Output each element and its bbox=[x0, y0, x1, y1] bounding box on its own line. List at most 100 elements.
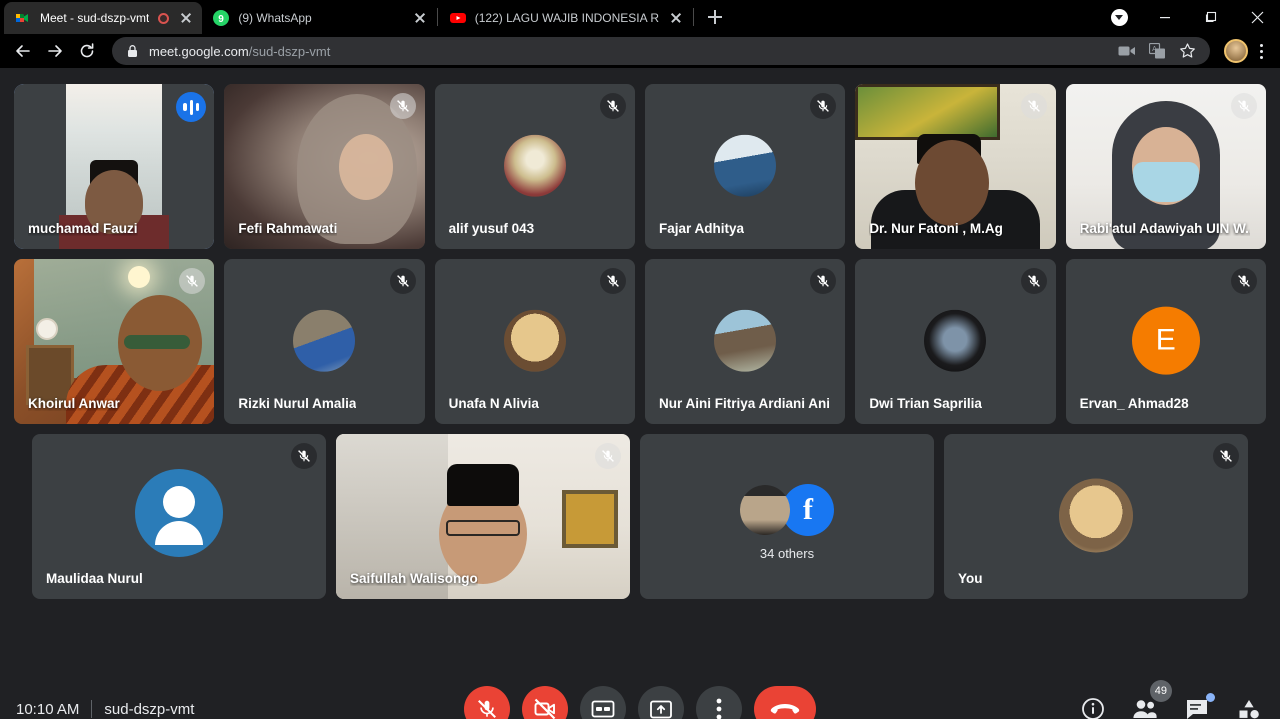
mic-off-icon bbox=[1230, 93, 1257, 119]
mic-off-icon bbox=[810, 93, 837, 119]
closed-caption-icon bbox=[591, 700, 615, 718]
close-icon bbox=[1251, 11, 1263, 23]
participant-tile[interactable]: Maulidaa Nurul bbox=[32, 434, 326, 599]
more-vert-icon bbox=[716, 698, 722, 719]
meet-call-controls bbox=[464, 686, 816, 719]
chrome-menu-icon[interactable] bbox=[1250, 38, 1272, 64]
close-button[interactable] bbox=[1234, 0, 1280, 34]
participant-name: Nur Aini Fitriya Ardiani Ani... bbox=[658, 396, 830, 411]
meet-bottom-bar: 10:10 AM sud-dszp-vmt 49 bbox=[0, 680, 1280, 719]
participant-tile[interactable]: Nur Aini Fitriya Ardiani Ani... bbox=[644, 259, 846, 424]
leave-call-button[interactable] bbox=[754, 686, 816, 719]
participant-name: Fefi Rahmawati bbox=[238, 221, 338, 236]
participant-tile[interactable]: Rabi'atul Adawiyah UIN W... bbox=[1065, 84, 1266, 249]
participant-tile-self[interactable]: You bbox=[944, 434, 1248, 599]
browser-chrome: Meet - sud-dszp-vmt 9 (9) WhatsApp (122)… bbox=[0, 0, 1280, 68]
mic-off-icon bbox=[1020, 268, 1047, 294]
grid-row-3: Maulidaa Nurul Saifullah Walisongo f 34 … bbox=[14, 434, 1266, 599]
people-icon bbox=[1133, 700, 1157, 718]
mic-off-icon bbox=[810, 268, 837, 294]
tab-recording-indicator-icon bbox=[158, 12, 170, 24]
present-button[interactable] bbox=[638, 686, 684, 719]
camera-off-button[interactable] bbox=[522, 686, 568, 719]
participant-name: Ervan_ Ahmad28 bbox=[1079, 396, 1189, 411]
participant-name: Maulidaa Nurul bbox=[46, 571, 143, 586]
minimize-icon bbox=[1160, 17, 1170, 19]
avatar-initial: E bbox=[1131, 306, 1200, 375]
tab-strip: Meet - sud-dszp-vmt 9 (9) WhatsApp (122)… bbox=[0, 0, 1280, 34]
profile-avatar[interactable] bbox=[1224, 39, 1248, 63]
activities-button[interactable] bbox=[1236, 696, 1262, 719]
show-everyone-button[interactable]: 49 bbox=[1132, 680, 1172, 719]
whatsapp-icon: 9 bbox=[213, 10, 230, 26]
grid-row-2: Khoirul Anwar Rizki Nurul Amalia Unafa N… bbox=[14, 259, 1266, 424]
participant-tile[interactable]: Rizki Nurul Amalia bbox=[224, 259, 425, 424]
avatar bbox=[924, 309, 987, 372]
participant-tile[interactable]: Dr. Nur Fatoni , M.Ag bbox=[855, 84, 1056, 249]
tab-divider bbox=[692, 8, 694, 26]
tab-close-icon[interactable] bbox=[178, 10, 194, 26]
back-button[interactable] bbox=[8, 36, 38, 66]
mic-off-icon bbox=[389, 93, 416, 119]
participant-tile[interactable]: alif yusuf 043 bbox=[434, 84, 635, 249]
participant-tile[interactable]: Dwi Trian Saprilia bbox=[855, 259, 1056, 424]
tab-close-icon[interactable] bbox=[412, 10, 428, 26]
meeting-time: 10:10 AM bbox=[16, 700, 80, 718]
window-controls bbox=[1096, 0, 1280, 34]
divider bbox=[91, 700, 93, 718]
avatar bbox=[503, 134, 566, 197]
participant-name: Khoirul Anwar bbox=[28, 396, 120, 411]
mic-off-icon bbox=[389, 268, 416, 294]
chat-unread-indicator bbox=[1206, 693, 1215, 702]
media-cast-icon[interactable] bbox=[1118, 44, 1136, 58]
tab-title: (9) WhatsApp bbox=[238, 11, 312, 25]
mic-off-icon bbox=[1230, 268, 1257, 294]
avatar bbox=[293, 309, 356, 372]
forward-icon bbox=[48, 45, 62, 57]
reload-button[interactable] bbox=[72, 36, 102, 66]
address-bar[interactable]: meet.google.com/sud-dszp-vmt A bbox=[112, 37, 1210, 65]
grid-row-1: muchamad Fauzi Fefi Rahmawati alif yusuf… bbox=[14, 84, 1266, 249]
participant-tile[interactable]: muchamad Fauzi bbox=[14, 84, 215, 249]
url-path: /sud-dszp-vmt bbox=[248, 43, 331, 59]
hangup-icon bbox=[770, 704, 800, 714]
browser-tab-youtube[interactable]: (122) LAGU WAJIB INDONESIA R bbox=[439, 2, 692, 34]
participant-tile[interactable]: E Ervan_ Ahmad28 bbox=[1065, 259, 1266, 424]
tab-title: Meet - sud-dszp-vmt bbox=[40, 11, 150, 25]
avatar bbox=[714, 134, 777, 197]
participant-name: Rabi'atul Adawiyah UIN W... bbox=[1079, 221, 1250, 236]
overflow-participants-tile[interactable]: f 34 others bbox=[640, 434, 934, 599]
tab-close-icon[interactable] bbox=[668, 10, 684, 26]
reload-icon bbox=[80, 43, 94, 58]
participant-tile[interactable]: Saifullah Walisongo bbox=[336, 434, 630, 599]
captions-button[interactable] bbox=[580, 686, 626, 719]
mic-off-icon bbox=[1020, 93, 1047, 119]
bookmark-star-icon[interactable] bbox=[1179, 43, 1196, 59]
chat-button[interactable] bbox=[1184, 693, 1215, 719]
chrome-update-button[interactable] bbox=[1096, 0, 1142, 34]
participant-name: Dr. Nur Fatoni , M.Ag bbox=[869, 221, 1003, 236]
mic-off-icon bbox=[595, 443, 621, 469]
participant-tile[interactable]: Fajar Adhitya bbox=[644, 84, 846, 249]
minimize-button[interactable] bbox=[1142, 0, 1188, 34]
mic-off-button[interactable] bbox=[464, 686, 510, 719]
maximize-button[interactable] bbox=[1188, 0, 1234, 34]
meeting-details-button[interactable] bbox=[1080, 696, 1106, 719]
participant-name: Rizki Nurul Amalia bbox=[238, 396, 357, 411]
browser-tab-whatsapp[interactable]: 9 (9) WhatsApp bbox=[202, 2, 435, 34]
maximize-icon bbox=[1205, 11, 1217, 23]
forward-button[interactable] bbox=[40, 36, 70, 66]
tab-divider bbox=[436, 8, 438, 26]
info-icon bbox=[1082, 698, 1104, 719]
overflow-avatars: f bbox=[740, 483, 834, 536]
mic-off-icon bbox=[1213, 443, 1239, 469]
participant-tile[interactable]: Khoirul Anwar bbox=[14, 259, 215, 424]
mic-off-icon bbox=[291, 443, 317, 469]
new-tab-button[interactable] bbox=[701, 3, 729, 31]
browser-tab-meet[interactable]: Meet - sud-dszp-vmt bbox=[4, 2, 203, 34]
participant-tile[interactable]: Unafa N Alivia bbox=[434, 259, 635, 424]
meet-right-controls: 49 bbox=[1080, 680, 1262, 719]
more-options-button[interactable] bbox=[696, 686, 742, 719]
participant-tile[interactable]: Fefi Rahmawati bbox=[224, 84, 425, 249]
translate-icon[interactable]: A bbox=[1149, 43, 1166, 59]
